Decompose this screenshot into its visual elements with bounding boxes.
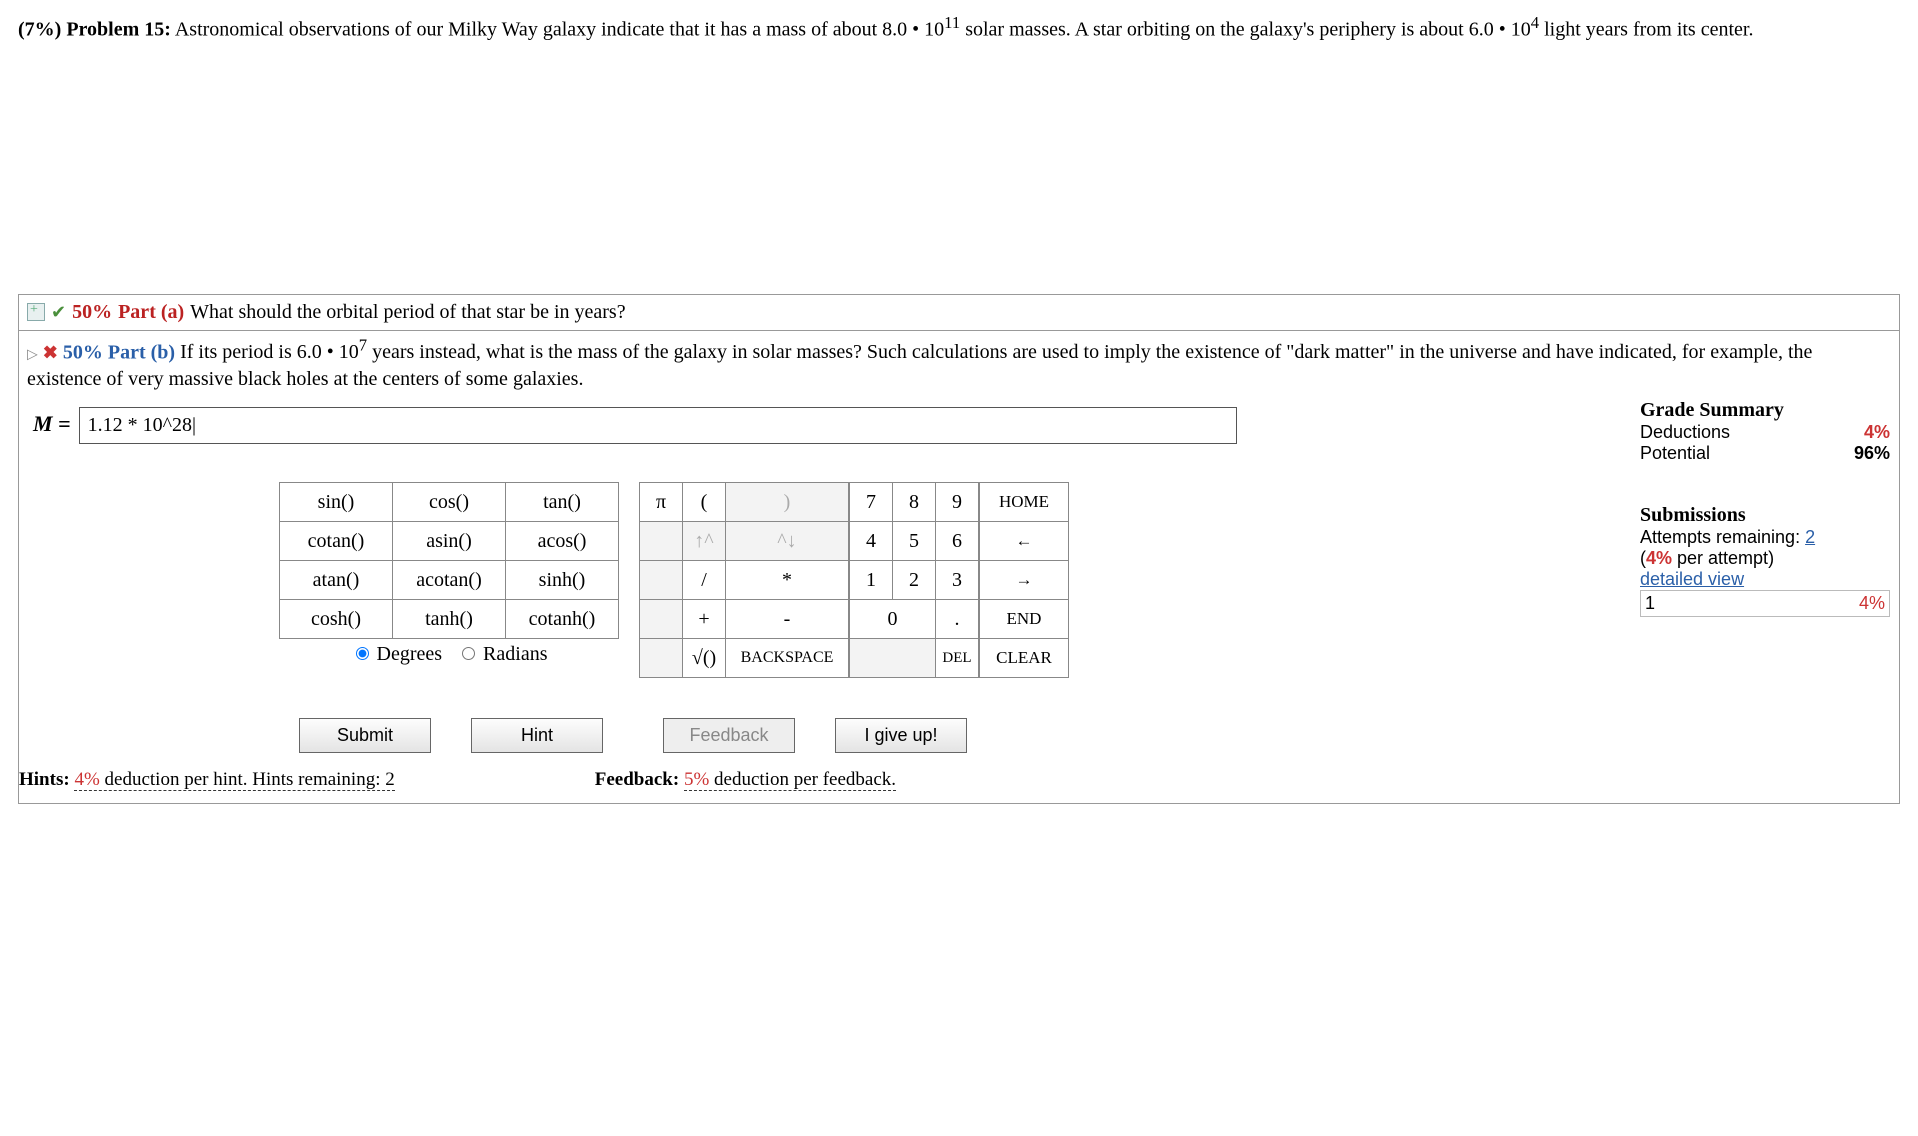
key-blank4 — [640, 639, 683, 678]
key-2[interactable]: 2 — [893, 561, 936, 600]
key-right[interactable]: → — [980, 561, 1069, 600]
key-8[interactable]: 8 — [893, 483, 936, 522]
key-9[interactable]: 9 — [936, 483, 979, 522]
fn-tan[interactable]: tan() — [506, 483, 619, 522]
key-blank5 — [850, 639, 936, 678]
detailed-view-link[interactable]: detailed view — [1640, 569, 1890, 590]
key-sup-up: ↑^ — [683, 522, 726, 561]
fn-sinh[interactable]: sinh() — [506, 561, 619, 600]
key-minus[interactable]: - — [726, 600, 849, 639]
expand-icon[interactable] — [27, 303, 45, 321]
giveup-button[interactable]: I give up! — [835, 718, 967, 753]
hints-info: Hints: 4% deduction per hint. Hints rema… — [19, 769, 395, 791]
part-b-percent: 50% — [63, 341, 103, 363]
key-left[interactable]: ← — [980, 522, 1069, 561]
part-a-percent: 50% — [72, 301, 112, 324]
feedback-button[interactable]: Feedback — [663, 718, 795, 753]
key-sup-down: ^↓ — [726, 522, 849, 561]
grade-summary: Grade Summary Deductions4% Potential96% — [1640, 399, 1890, 464]
key-multiply[interactable]: * — [726, 561, 849, 600]
x-icon: ✖ — [43, 342, 58, 362]
fn-cotan[interactable]: cotan() — [280, 522, 393, 561]
submit-button[interactable]: Submit — [299, 718, 431, 753]
key-1[interactable]: 1 — [850, 561, 893, 600]
fn-asin[interactable]: asin() — [393, 522, 506, 561]
key-divide[interactable]: / — [683, 561, 726, 600]
key-sqrt[interactable]: √() — [683, 639, 726, 678]
fn-cosh[interactable]: cosh() — [280, 600, 393, 639]
part-b-header: ▷ ✖ 50% Part (b) If its period is 6.0 • … — [19, 335, 1899, 400]
fn-acos[interactable]: acos() — [506, 522, 619, 561]
key-7[interactable]: 7 — [850, 483, 893, 522]
key-close-paren: ) — [726, 483, 849, 522]
key-plus[interactable]: + — [683, 600, 726, 639]
key-end[interactable]: END — [980, 600, 1069, 639]
degrees-radio[interactable]: Degrees — [351, 643, 443, 665]
fn-atan[interactable]: atan() — [280, 561, 393, 600]
answer-label: M = — [33, 411, 71, 437]
key-clear[interactable]: CLEAR — [980, 639, 1069, 678]
key-pi[interactable]: π — [640, 483, 683, 522]
hint-button[interactable]: Hint — [471, 718, 603, 753]
function-table: sin() cos() tan() cotan() asin() acos() … — [279, 482, 619, 639]
key-3[interactable]: 3 — [936, 561, 979, 600]
submissions-block: Submissions Attempts remaining: 2 (4% pe… — [1640, 504, 1890, 617]
key-6[interactable]: 6 — [936, 522, 979, 561]
fn-cotanh[interactable]: cotanh() — [506, 600, 619, 639]
key-blank2 — [640, 561, 683, 600]
key-4[interactable]: 4 — [850, 522, 893, 561]
key-5[interactable]: 5 — [893, 522, 936, 561]
attempts-remaining-link[interactable]: 2 — [1805, 527, 1815, 547]
fn-sin[interactable]: sin() — [280, 483, 393, 522]
fn-acotan[interactable]: acotan() — [393, 561, 506, 600]
key-blank1 — [640, 522, 683, 561]
check-icon: ✔ — [51, 302, 66, 323]
key-blank3 — [640, 600, 683, 639]
part-a-text: What should the orbital period of that s… — [190, 299, 625, 326]
part-a-row[interactable]: ✔ 50% Part (a) What should the orbital p… — [18, 294, 1900, 330]
answer-input[interactable] — [79, 407, 1237, 444]
problem-statement: (7%) Problem 15: Astronomical observatio… — [18, 12, 1900, 44]
key-dot[interactable]: . — [936, 600, 979, 639]
key-open-paren[interactable]: ( — [683, 483, 726, 522]
key-0[interactable]: 0 — [850, 600, 936, 639]
radians-radio[interactable]: Radians — [457, 643, 547, 665]
play-icon: ▷ — [27, 347, 38, 362]
fn-cos[interactable]: cos() — [393, 483, 506, 522]
key-home[interactable]: HOME — [980, 483, 1069, 522]
part-b-label: Part (b) — [108, 341, 175, 363]
key-backspace[interactable]: BACKSPACE — [726, 639, 849, 678]
part-a-label: Part (a) — [118, 301, 184, 324]
feedback-info: Feedback: 5% deduction per feedback. — [595, 769, 896, 791]
fn-tanh[interactable]: tanh() — [393, 600, 506, 639]
key-del[interactable]: DEL — [936, 639, 979, 678]
